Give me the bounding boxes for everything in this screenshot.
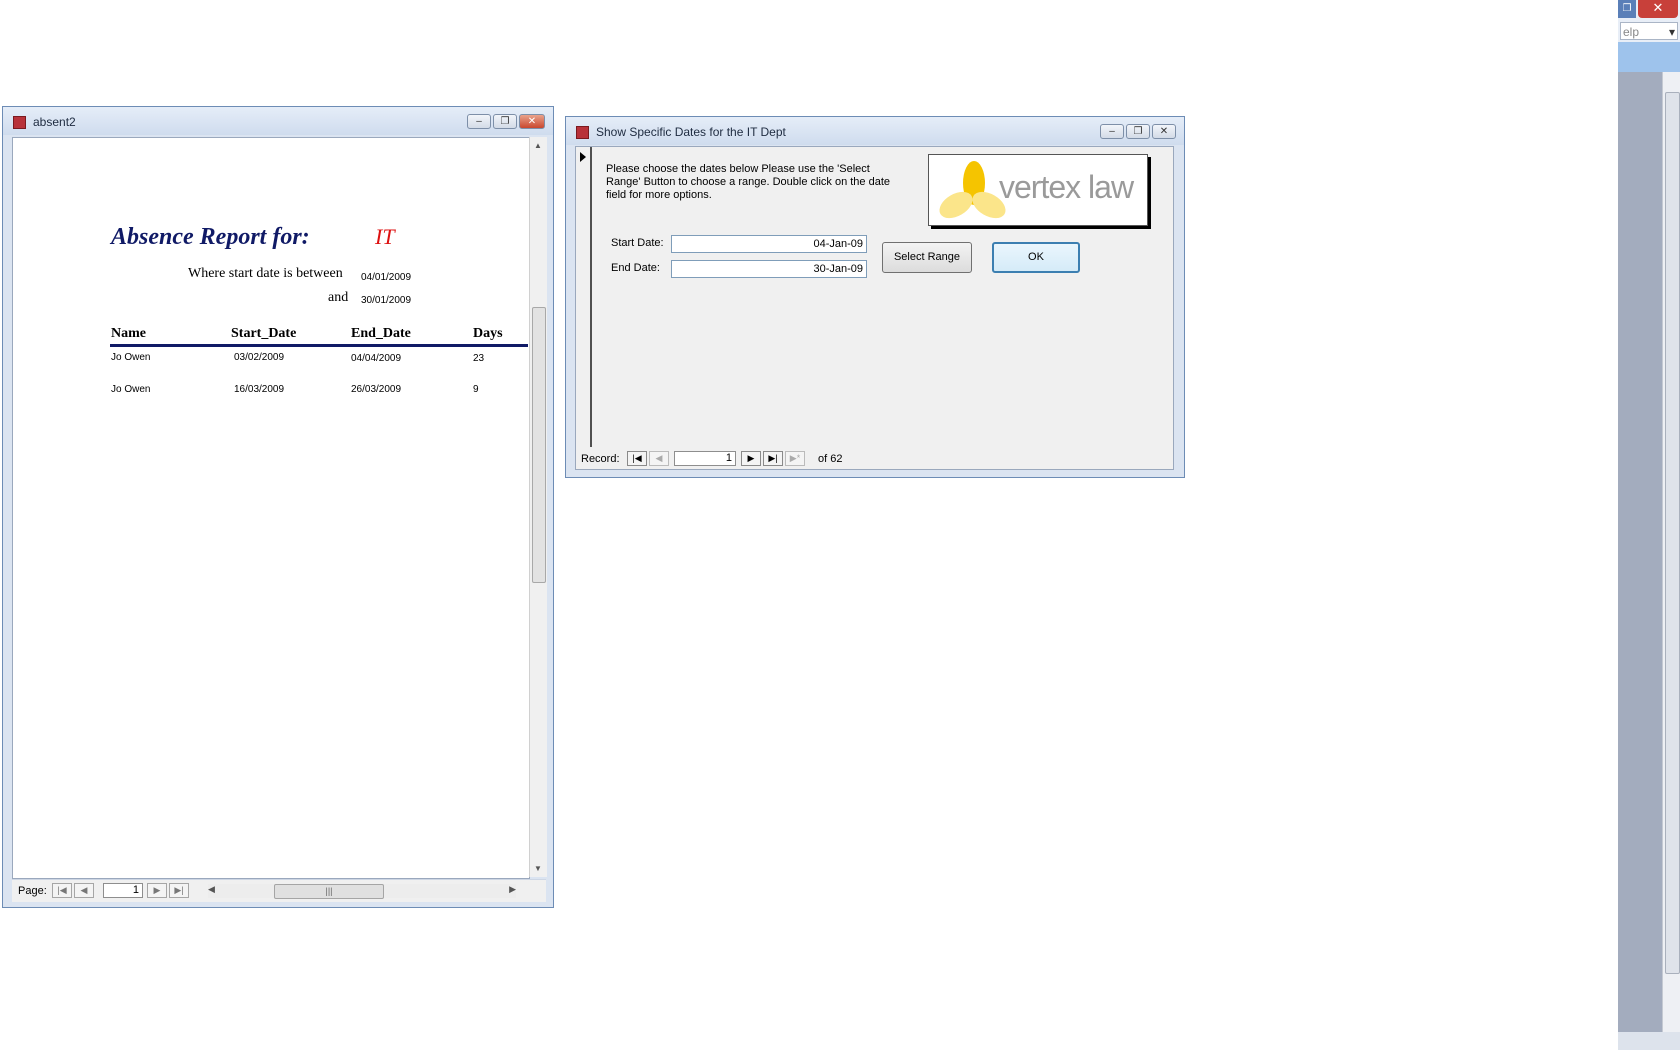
page-number-input[interactable]: 1 xyxy=(103,883,143,898)
end-date-field[interactable]: 30-Jan-09 xyxy=(671,260,867,278)
row-days: 23 xyxy=(473,353,485,364)
record-count: of 62 xyxy=(818,453,843,465)
app-vertical-scrollbar[interactable] xyxy=(1662,72,1680,1032)
report-title: Absence Report for: xyxy=(111,224,310,250)
column-header-days: Days xyxy=(473,326,503,341)
end-date-label: End Date: xyxy=(611,262,660,274)
first-record-icon[interactable]: |◀ xyxy=(627,451,647,466)
minimize-icon[interactable]: – xyxy=(1100,124,1124,139)
report-scroll-thumb[interactable] xyxy=(532,307,546,583)
app-ribbon-edge: ❐ ✕ elp ▾ xyxy=(1618,0,1680,43)
row-start-date: 03/02/2009 xyxy=(234,352,285,363)
header-divider xyxy=(110,344,528,347)
next-page-icon[interactable]: ▶ xyxy=(147,883,167,898)
app-restore-icon[interactable]: ❐ xyxy=(1618,0,1636,18)
and-text: and xyxy=(328,290,349,305)
current-record-icon xyxy=(580,152,586,162)
row-days: 9 xyxy=(473,384,479,395)
first-page-icon[interactable]: |◀ xyxy=(52,883,72,898)
record-label: Record: xyxy=(581,453,620,465)
row-name: Jo Owen xyxy=(111,384,151,395)
report-department: IT xyxy=(375,224,395,249)
where-text: Where start date is between xyxy=(188,266,343,281)
report-window-title: absent2 xyxy=(33,115,76,129)
help-dropdown-icon[interactable]: ▾ xyxy=(1669,23,1675,41)
next-record-icon[interactable]: ▶ xyxy=(741,451,761,466)
report-horizontal-scrollbar[interactable]: ◀ ||| ▶ xyxy=(208,884,516,899)
app-tab-strip-edge xyxy=(1618,42,1680,72)
report-page: Absence Report for: IT Where start date … xyxy=(12,137,530,879)
help-search-field[interactable]: elp ▾ xyxy=(1620,22,1678,40)
record-selector[interactable] xyxy=(576,147,592,447)
app-workspace-edge xyxy=(1618,72,1662,1032)
row-end-date: 26/03/2009 xyxy=(351,384,402,395)
date-form-window: Show Specific Dates for the IT Dept – ❐ … xyxy=(565,116,1185,478)
record-number-input[interactable]: 1 xyxy=(674,451,736,466)
help-text: elp xyxy=(1623,25,1640,39)
row-start-date: 16/03/2009 xyxy=(234,384,285,395)
date-from-value: 04/01/2009 xyxy=(361,272,412,283)
restore-icon[interactable]: ❐ xyxy=(493,114,517,129)
app-frame-edge: ❐ ✕ elp ▾ xyxy=(1618,0,1680,1050)
app-close-icon[interactable]: ✕ xyxy=(1638,0,1678,18)
report-vertical-scrollbar[interactable]: ▲ ▼ xyxy=(529,137,547,877)
restore-icon[interactable]: ❐ xyxy=(1126,124,1150,139)
app-scroll-thumb[interactable] xyxy=(1665,92,1680,974)
start-date-label: Start Date: xyxy=(611,237,664,249)
vertex-law-logo: vertex law xyxy=(928,154,1148,226)
report-hscroll-thumb[interactable]: ||| xyxy=(274,884,384,899)
form-titlebar[interactable]: Show Specific Dates for the IT Dept – ❐ … xyxy=(566,117,1184,145)
report-app-icon xyxy=(13,116,26,129)
report-window: absent2 – ❐ ✕ Absence Report for: IT Whe… xyxy=(2,106,554,908)
ok-button[interactable]: OK xyxy=(992,242,1080,273)
minimize-icon[interactable]: – xyxy=(467,114,491,129)
last-page-icon[interactable]: ▶| xyxy=(169,883,189,898)
new-record-icon[interactable]: ▶* xyxy=(785,451,805,466)
close-icon[interactable]: ✕ xyxy=(519,114,545,129)
start-date-field[interactable]: 04-Jan-09 xyxy=(671,235,867,253)
close-icon[interactable]: ✕ xyxy=(1152,124,1176,139)
column-header-end-date: End_Date xyxy=(351,326,411,341)
app-status-bar-edge xyxy=(1618,1032,1680,1050)
report-titlebar[interactable]: absent2 – ❐ ✕ xyxy=(3,107,553,135)
prev-record-icon[interactable]: ◀ xyxy=(649,451,669,466)
form-window-title: Show Specific Dates for the IT Dept xyxy=(596,125,786,139)
logo-text: vertex law xyxy=(999,169,1134,205)
scroll-left-icon[interactable]: ◀ xyxy=(208,884,215,895)
page-label: Page: xyxy=(18,885,47,897)
row-end-date: 04/04/2009 xyxy=(351,353,402,364)
date-to-value: 30/01/2009 xyxy=(361,295,412,306)
scroll-up-icon[interactable]: ▲ xyxy=(534,141,542,150)
scroll-down-icon[interactable]: ▼ xyxy=(534,864,542,873)
instructions-text: Please choose the dates below Please use… xyxy=(606,163,891,201)
record-navigation-bar: Record: |◀ ◀ 1 ▶ ▶| ▶* of 62 xyxy=(576,449,1173,469)
prev-page-icon[interactable]: ◀ xyxy=(74,883,94,898)
last-record-icon[interactable]: ▶| xyxy=(763,451,783,466)
row-name: Jo Owen xyxy=(111,352,151,363)
report-navigation-bar: Page: |◀ ◀ 1 ▶ ▶| ◀ ||| ▶ xyxy=(12,879,546,902)
form-app-icon xyxy=(576,126,589,139)
form-body: Please choose the dates below Please use… xyxy=(575,146,1174,470)
column-header-name: Name xyxy=(111,326,146,341)
select-range-button[interactable]: Select Range xyxy=(882,242,972,273)
scroll-right-icon[interactable]: ▶ xyxy=(509,884,516,895)
column-header-start-date: Start_Date xyxy=(231,326,297,341)
